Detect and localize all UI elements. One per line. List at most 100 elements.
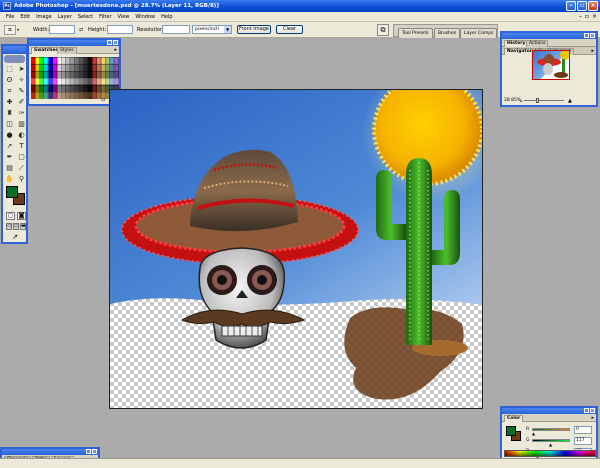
resolution-input[interactable] [162, 25, 190, 34]
standard-mode-icon[interactable]: ◻ [6, 212, 15, 220]
r-slider-track[interactable] [532, 428, 570, 431]
type-icon[interactable]: T [16, 141, 27, 151]
minimize-icon[interactable]: – [566, 1, 576, 11]
slider-triangle-icon[interactable]: ▲ [532, 431, 535, 436]
resolution-units-select[interactable]: pixels/inch ▼ [192, 25, 232, 34]
palette-close-icon[interactable]: × [113, 40, 118, 45]
menu-select[interactable]: Select [78, 14, 93, 20]
palette-minimize-icon[interactable]: – [86, 449, 91, 454]
channel-label: G [526, 438, 530, 443]
clone-stamp-icon[interactable]: ♜ [4, 108, 15, 118]
quick-mask-icon[interactable]: ◙ [17, 212, 26, 220]
eraser-icon[interactable]: ◫ [4, 119, 15, 129]
maximize-icon[interactable]: ▫ [577, 1, 587, 11]
move-icon[interactable]: ➤ [16, 64, 27, 74]
doc-restore-icon[interactable]: ▫ [585, 13, 589, 20]
tab-navigator[interactable]: Navigator [504, 48, 535, 55]
full-screen-icon[interactable]: ▬ [20, 223, 26, 230]
color-picker [6, 186, 26, 206]
slice-icon[interactable]: ✎ [16, 86, 27, 96]
crop-tool-preset-icon[interactable]: ⌗ [4, 25, 16, 35]
palette-well: Tool Presets Brushes Layer Comps [393, 24, 498, 38]
close-icon[interactable]: × [588, 1, 598, 11]
navigator-thumbnail[interactable] [532, 50, 570, 80]
hand-icon[interactable]: ✋ [4, 174, 15, 184]
full-screen-menu-icon[interactable]: ▭ [13, 223, 19, 230]
document-canvas[interactable] [109, 89, 483, 409]
healing-icon[interactable]: ✚ [4, 97, 15, 107]
blur-icon[interactable]: ● [4, 130, 15, 140]
crop-icon[interactable]: ⌗ [4, 86, 15, 96]
doc-minimize-icon[interactable]: – [579, 13, 582, 20]
toolbox-header[interactable] [3, 46, 26, 54]
palette-menu-icon[interactable]: ▸ [591, 48, 594, 54]
tab-color[interactable]: Color [504, 415, 524, 422]
clear-button[interactable]: Clear [276, 25, 303, 34]
g-value-input[interactable]: 117 [574, 437, 592, 445]
swap-dimensions-icon[interactable]: ⇄ [79, 27, 83, 33]
well-tab-brushes[interactable]: Brushes [434, 28, 461, 38]
history-brush-icon[interactable]: ✑ [16, 108, 27, 118]
zoom-out-icon[interactable]: ▵ [520, 98, 523, 104]
resolution-units-value: pixels/inch [195, 27, 219, 32]
navigator-zoom-value[interactable]: 28.85% [504, 98, 521, 103]
menu-filter[interactable]: Filter [99, 14, 111, 20]
well-tab-layer-comps[interactable]: Layer Comps [460, 28, 498, 38]
width-input[interactable] [49, 25, 75, 34]
menu-help[interactable]: Help [161, 14, 172, 20]
navigator-zoom-slider[interactable] [524, 98, 564, 103]
menu-image[interactable]: Image [36, 14, 52, 20]
tool-grid: ⬚ ➤ ʘ ✧ ⌗ ✎ ✚ ✐ ♜ ✑ ◫ ▥ ● ◐ ➚ T ✒ ▢ ▤ ⟋ … [4, 64, 27, 184]
palette-close-icon[interactable]: × [590, 33, 595, 38]
palette-menu-icon[interactable]: ▸ [591, 415, 594, 421]
height-input[interactable] [107, 25, 133, 34]
tab-styles[interactable]: Styles [57, 47, 77, 54]
palette-close-icon[interactable]: × [590, 408, 595, 413]
title-bar: Ps Adobe Photoshop - [muertesdone.psd @ … [0, 0, 600, 12]
r-value-input[interactable]: 0 [574, 426, 592, 434]
tab-actions[interactable]: Actions [526, 40, 549, 47]
slider-triangle-icon[interactable]: ▲ [549, 442, 552, 447]
mask-modes: ◻ ◙ [6, 212, 26, 220]
path-select-icon[interactable]: ➚ [4, 141, 15, 151]
color-ramp[interactable] [504, 450, 596, 457]
new-swatch-icon[interactable]: ▫ [101, 96, 105, 104]
pen-icon[interactable]: ✒ [4, 152, 15, 162]
menu-edit[interactable]: Edit [20, 14, 30, 20]
dodge-icon[interactable]: ◐ [16, 130, 27, 140]
menu-file[interactable]: File [6, 14, 14, 20]
front-image-button[interactable]: Front Image [237, 25, 271, 34]
well-tab-tool-presets[interactable]: Tool Presets [398, 28, 433, 38]
preset-dropdown-icon[interactable]: ▾ [17, 27, 19, 32]
notes-icon[interactable]: ▤ [4, 163, 15, 173]
palette-close-icon[interactable]: × [92, 449, 97, 454]
zoom-icon[interactable]: ⚲ [16, 174, 27, 184]
color-foreground-swatch[interactable] [506, 426, 516, 436]
lasso-icon[interactable]: ʘ [4, 75, 15, 85]
palette-minimize-icon[interactable]: – [107, 40, 112, 45]
file-browser-icon[interactable]: ⧉ [377, 24, 389, 36]
palette-menu-icon[interactable]: ▸ [114, 47, 117, 53]
eyedropper-icon[interactable]: ⟋ [16, 163, 27, 173]
palette-minimize-icon[interactable]: – [584, 33, 589, 38]
foreground-color-swatch[interactable] [6, 186, 18, 198]
marquee-icon[interactable]: ⬚ [4, 64, 15, 74]
menu-view[interactable]: View [118, 14, 130, 20]
slider-knob[interactable] [536, 98, 539, 103]
jump-to-imageready-icon[interactable]: ↗ [8, 233, 22, 242]
menu-bar: File Edit Image Layer Select Filter View… [0, 12, 600, 22]
magic-wand-icon[interactable]: ✧ [16, 75, 27, 85]
standard-screen-icon[interactable]: ▭ [6, 223, 12, 230]
doc-close-icon[interactable]: × [592, 13, 597, 20]
shape-icon[interactable]: ▢ [16, 152, 27, 162]
adobe-feather-icon[interactable] [4, 55, 25, 63]
tab-history[interactable]: History [504, 40, 529, 47]
zoom-in-icon[interactable]: ▲ [568, 98, 572, 104]
artwork [110, 90, 482, 400]
brush-icon[interactable]: ✐ [16, 97, 27, 107]
palette-minimize-icon[interactable]: – [584, 408, 589, 413]
menu-window[interactable]: Window [135, 14, 155, 20]
gradient-icon[interactable]: ▥ [16, 119, 27, 129]
swatch-grid[interactable] [31, 57, 119, 99]
menu-layer[interactable]: Layer [58, 14, 72, 20]
